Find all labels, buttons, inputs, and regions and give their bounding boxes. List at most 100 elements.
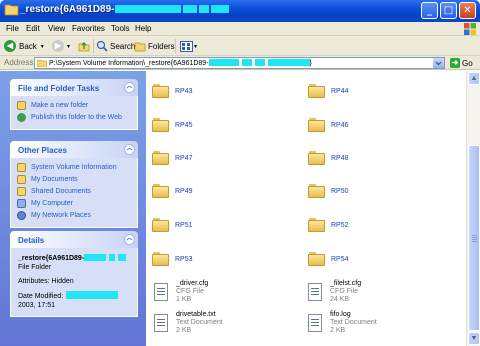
file-item[interactable]: drivetable.txt Text Document 2 KB — [154, 311, 223, 335]
folder-item[interactable]: RP54 — [308, 252, 349, 266]
address-bar: Address P:\System Volume Information\_re… — [0, 56, 480, 70]
place-my-documents[interactable]: My Documents — [17, 175, 131, 184]
go-button[interactable]: ➜ Go — [450, 58, 473, 68]
task-pane: File and Folder Tasks ︿ Make a new folde… — [0, 71, 146, 346]
file-item[interactable]: _driver.cfg CFG File 1 KB — [154, 280, 208, 304]
panel-title[interactable]: Other Places ︿ — [10, 141, 138, 158]
toolbar-separator — [93, 39, 94, 53]
folder-icon — [308, 151, 325, 165]
folder-icon — [152, 184, 169, 198]
back-label: Back — [19, 41, 37, 51]
chevron-down-icon[interactable]: ▾ — [41, 43, 44, 50]
close-button[interactable]: ✕ — [459, 2, 476, 19]
redacted-block — [66, 291, 119, 299]
go-arrow-icon: ➜ — [450, 58, 460, 68]
text-document-icon — [308, 314, 322, 332]
text-document-icon — [154, 314, 168, 332]
menu-tools[interactable]: Tools — [111, 24, 130, 33]
panel-title[interactable]: File and Folder Tasks ︿ — [10, 79, 138, 96]
file-size: 1 KB — [176, 296, 192, 303]
forward-arrow-icon: ▶ — [52, 40, 64, 52]
redacted-block — [109, 254, 116, 261]
search-button[interactable]: Search — [96, 39, 135, 53]
chevron-down-icon[interactable]: ▾ — [194, 43, 197, 50]
scroll-up-button[interactable]: ▲ — [468, 72, 480, 85]
panel-title[interactable]: Details ︿ — [10, 231, 138, 248]
place-system-volume-information[interactable]: System Volume Information — [17, 163, 131, 172]
window-title: _restore{6A961D89- — [20, 4, 229, 15]
folder-icon — [152, 84, 169, 98]
folder-item[interactable]: RP52 — [308, 218, 349, 232]
folder-icon — [308, 184, 325, 198]
menu-view[interactable]: View — [48, 24, 65, 33]
folder-icon — [4, 4, 19, 16]
file-item[interactable]: fifo.log Text Document 2 KB — [308, 311, 377, 335]
publish-folder-link[interactable]: Publish this folder to the Web — [17, 113, 131, 122]
back-button[interactable]: ◀ Back ▾ — [4, 39, 44, 53]
folder-item[interactable]: RP49 — [152, 184, 193, 198]
other-places-panel: Other Places ︿ System Volume Information… — [10, 141, 138, 228]
redacted-block — [208, 59, 239, 66]
folder-item[interactable]: RP46 — [308, 118, 349, 132]
chevron-down-icon[interactable]: ▾ — [67, 43, 70, 50]
file-name: fifo.log — [330, 311, 351, 318]
chevron-up-icon[interactable]: ︿ — [124, 82, 135, 93]
file-size: 2 KB — [330, 327, 346, 334]
chevron-up-icon[interactable]: ︿ — [124, 144, 135, 155]
redacted-block — [198, 5, 209, 13]
redacted-block — [267, 59, 310, 66]
menu-bar: File Edit View Favorites Tools Help — [0, 22, 480, 36]
make-new-folder-link[interactable]: Make a new folder — [17, 101, 131, 110]
chevron-up-icon[interactable]: ︿ — [124, 234, 135, 245]
file-item[interactable]: _filelst.cfg CFG File 24 KB — [308, 280, 361, 304]
folder-item[interactable]: RP53 — [152, 252, 193, 266]
redacted-block — [182, 5, 197, 13]
folder-item[interactable]: RP48 — [308, 151, 349, 165]
place-shared-documents[interactable]: Shared Documents — [17, 187, 131, 196]
scroll-thumb[interactable] — [468, 145, 480, 331]
scroll-down-button[interactable]: ▼ — [468, 332, 480, 345]
menu-edit[interactable]: Edit — [26, 24, 40, 33]
folder-icon — [152, 218, 169, 232]
folders-icon — [134, 42, 146, 52]
folder-icon — [37, 59, 47, 67]
windows-logo-icon — [464, 23, 476, 35]
redacted-block — [118, 254, 127, 261]
title-bar: _restore{6A961D89- _ □ ✕ — [0, 0, 480, 22]
folder-item[interactable]: RP47 — [152, 151, 193, 165]
search-icon — [96, 40, 108, 52]
menu-file[interactable]: File — [6, 24, 19, 33]
details-type: File Folder — [18, 264, 52, 271]
views-button[interactable]: ▾ — [180, 39, 197, 53]
address-text: P:\System Volume Information\_restore{6A… — [49, 59, 312, 67]
grip-line — [472, 241, 477, 242]
folder-item[interactable]: RP51 — [152, 218, 193, 232]
shared-folder-icon — [17, 187, 26, 196]
place-my-computer[interactable]: My Computer — [17, 199, 131, 208]
chevron-down-icon — [435, 61, 442, 66]
details-name: _restore{6A961D89- — [18, 254, 130, 263]
folder-item[interactable]: RP45 — [152, 118, 193, 132]
place-my-network-places[interactable]: My Network Places — [17, 211, 131, 220]
address-dropdown-button[interactable] — [433, 58, 444, 68]
folders-button[interactable]: Folders — [134, 39, 175, 53]
address-input[interactable]: P:\System Volume Information\_restore{6A… — [34, 57, 445, 69]
views-icon — [180, 40, 193, 52]
panel-body: Make a new folder Publish this folder to… — [10, 96, 138, 130]
maximize-button[interactable]: □ — [440, 2, 457, 19]
vertical-scrollbar[interactable]: ▲ ▼ — [466, 71, 480, 346]
file-name: _filelst.cfg — [330, 280, 362, 287]
go-label: Go — [462, 58, 473, 68]
up-button[interactable] — [78, 39, 90, 53]
file-name: drivetable.txt — [176, 311, 216, 318]
toolbar: ◀ Back ▾ ▶ ▾ Search Folders ▾ — [0, 36, 480, 56]
folder-icon — [152, 118, 169, 132]
folder-item[interactable]: RP50 — [308, 184, 349, 198]
folder-item[interactable]: RP43 — [152, 84, 193, 98]
folder-item[interactable]: RP44 — [308, 84, 349, 98]
cfg-file-icon — [308, 283, 322, 301]
forward-button[interactable]: ▶ ▾ — [52, 39, 70, 53]
menu-favorites[interactable]: Favorites — [72, 24, 105, 33]
menu-help[interactable]: Help — [135, 24, 151, 33]
minimize-button[interactable]: _ — [421, 2, 438, 19]
